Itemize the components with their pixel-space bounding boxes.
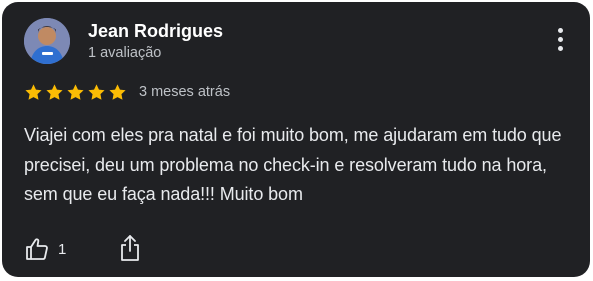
star-icon (46, 83, 63, 100)
like-button[interactable]: 1 (24, 236, 66, 262)
more-vert-icon (552, 28, 568, 51)
star-icon (25, 83, 42, 100)
review-text: Viajei com eles pra natal e foi muito bo… (24, 125, 562, 204)
review-card: Jean Rodrigues 1 avaliação 3 meses atrás… (2, 2, 590, 277)
more-options-button[interactable] (552, 28, 568, 54)
review-time: 3 meses atrás (139, 84, 231, 100)
avatar[interactable] (24, 18, 70, 64)
star-icon (88, 83, 105, 100)
reviewer-name[interactable]: Jean Rodrigues (88, 20, 223, 42)
share-button[interactable] (117, 234, 143, 262)
share-icon (121, 235, 139, 261)
review-count: 1 avaliação (88, 45, 162, 61)
star-icon (109, 83, 126, 100)
thumb-up-icon (26, 238, 48, 260)
star-icon (67, 83, 84, 100)
like-count: 1 (58, 240, 67, 258)
star-rating (24, 83, 129, 102)
rating-row: 3 meses atrás (24, 81, 230, 103)
